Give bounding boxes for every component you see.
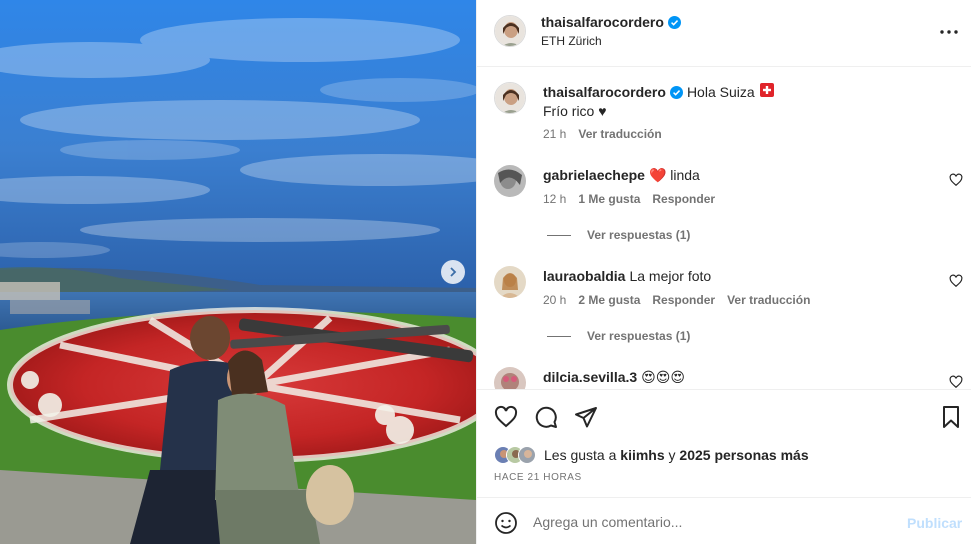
like-heart-icon[interactable] <box>494 405 518 429</box>
post-location[interactable]: ETH Zürich <box>541 34 602 48</box>
reply-button[interactable]: Responder <box>652 192 715 206</box>
post-actions: Les gusta a kiimhs y 2025 personas más H… <box>477 389 971 497</box>
add-comment-bar: Publicar <box>477 497 971 544</box>
save-bookmark-icon[interactable] <box>939 405 963 429</box>
caption-username[interactable]: thaisalfarocordero <box>543 83 666 101</box>
view-replies-button[interactable]: Ver respuestas (1) <box>547 228 690 242</box>
swiss-flag-icon <box>759 83 774 101</box>
comment-text: La mejor foto <box>629 268 712 284</box>
view-replies-label: Ver respuestas (1) <box>587 329 691 343</box>
likes-others-link[interactable]: 2025 personas más <box>679 447 808 463</box>
caption-text: Hola Suiza <box>686 84 755 100</box>
comment-input[interactable] <box>533 510 893 534</box>
caption-avatar[interactable] <box>494 82 526 114</box>
post-details-panel: thaisalfarocordero ETH Zürich thaisalfar… <box>476 0 971 544</box>
photo-image <box>0 0 476 544</box>
view-replies-label: Ver respuestas (1) <box>587 228 691 242</box>
comment-translate-link[interactable]: Ver traducción <box>727 293 810 307</box>
comment-likes[interactable]: 1 Me gusta <box>578 192 640 206</box>
view-replies-button[interactable]: Ver respuestas (1) <box>547 329 690 343</box>
chevron-right-icon <box>450 267 457 277</box>
comment-username[interactable]: lauraobaldia <box>543 268 625 284</box>
liker-avatar <box>518 446 536 464</box>
like-comment-heart-icon[interactable] <box>949 173 963 187</box>
author-avatar[interactable] <box>494 15 526 47</box>
like-comment-heart-icon[interactable] <box>949 375 963 389</box>
post-photo[interactable] <box>0 0 476 544</box>
emoji-icon[interactable] <box>494 511 518 535</box>
more-horizontal-icon <box>940 30 958 34</box>
verified-badge-icon <box>669 85 683 99</box>
replies-divider <box>547 234 571 236</box>
comment-avatar[interactable] <box>494 367 526 389</box>
reply-button[interactable]: Responder <box>652 293 715 307</box>
liker-username[interactable]: kiimhs <box>620 447 664 463</box>
more-options-button[interactable] <box>939 22 959 42</box>
verified-badge-icon <box>667 15 681 29</box>
next-photo-button[interactable] <box>441 260 465 284</box>
comment-text: 😍😍😍 <box>641 369 685 385</box>
comment-text: ❤️ linda <box>648 167 700 183</box>
comment-bubble-icon[interactable] <box>534 405 558 429</box>
caption-line-2: Frío rico ♥ <box>543 103 607 119</box>
comment-time[interactable]: 20 h <box>543 293 566 307</box>
comment-likes[interactable]: 2 Me gusta <box>578 293 640 307</box>
replies-divider <box>547 335 571 337</box>
comment-time[interactable]: 12 h <box>543 192 566 206</box>
likes-prefix: Les gusta a <box>544 447 617 463</box>
author-username[interactable]: thaisalfarocordero <box>541 14 664 30</box>
comment-username[interactable]: gabrielaechepe <box>543 167 645 183</box>
share-paper-plane-icon[interactable] <box>574 405 598 429</box>
comments-list[interactable]: thaisalfarocordero Hola Suiza Frío rico … <box>477 67 971 389</box>
post-header: thaisalfarocordero ETH Zürich <box>477 0 971 67</box>
comment-avatar[interactable] <box>494 266 526 298</box>
comment-avatar[interactable] <box>494 165 526 197</box>
caption-translate-link[interactable]: Ver traducción <box>578 127 661 141</box>
like-comment-heart-icon[interactable] <box>949 274 963 288</box>
comment-username[interactable]: dilcia.sevilla.3 <box>543 369 637 385</box>
post-timestamp[interactable]: HACE 21 HORAS <box>494 472 582 483</box>
publish-button[interactable]: Publicar <box>907 515 962 531</box>
likes-joiner: y <box>668 447 676 463</box>
caption-time[interactable]: 21 h <box>543 127 566 141</box>
likes-summary[interactable]: Les gusta a kiimhs y 2025 personas más <box>494 446 809 464</box>
